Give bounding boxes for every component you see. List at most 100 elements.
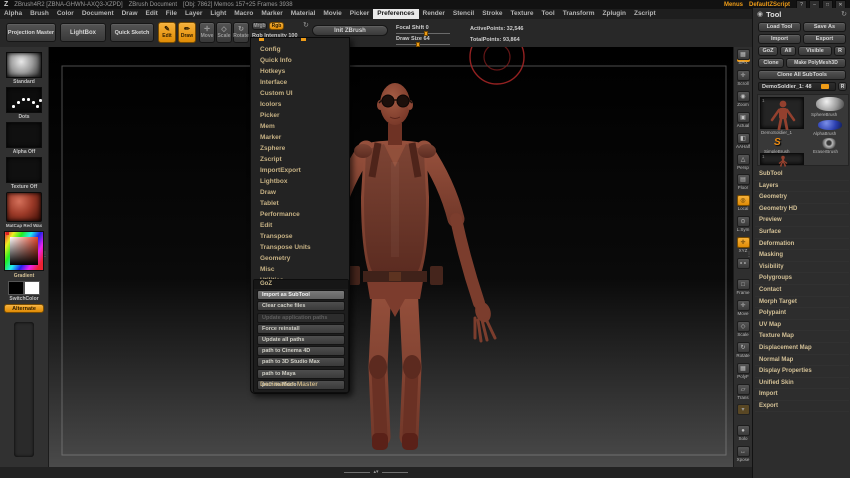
clone-all-subtools-button[interactable]: Clone All SubTools: [758, 70, 846, 80]
menu-item[interactable]: Document: [78, 9, 118, 19]
goz-submenu-item[interactable]: Import as SubTool: [257, 290, 345, 301]
right-shelf-button[interactable]: ▦ SPix: [735, 49, 752, 70]
secondary-color-swatch[interactable]: [24, 281, 40, 295]
goz-r-button[interactable]: R: [834, 46, 846, 56]
tool-section-item[interactable]: Polypaint: [755, 308, 849, 320]
color-picker-square[interactable]: [10, 237, 38, 265]
goz-submenu-item[interactable]: path to Maya: [257, 368, 345, 379]
demosoldier-slider[interactable]: DemoSoldier_1: 48: [758, 82, 836, 91]
left-divider-handle[interactable]: ⋮: [42, 252, 48, 258]
menu-item[interactable]: Tool: [537, 9, 558, 19]
edit-button[interactable]: ✎ Edit: [158, 22, 176, 43]
right-shelf-button[interactable]: ◇ Scale: [735, 320, 752, 342]
tool-section-item[interactable]: Display Properties: [755, 366, 849, 378]
menu-item[interactable]: Draw: [118, 9, 142, 19]
goz-submenu-item[interactable]: Update application paths: [257, 312, 345, 323]
right-shelf-button[interactable]: □ Frame: [735, 278, 752, 300]
material-thumbnail[interactable]: [6, 192, 42, 222]
menu-item[interactable]: Stroke: [478, 9, 506, 19]
preferences-menu-item[interactable]: Interface: [251, 77, 349, 88]
draw-button[interactable]: ✏ Draw: [178, 22, 196, 43]
menu-item[interactable]: Layer: [181, 9, 206, 19]
mrgb-button[interactable]: Mrgb: [252, 22, 267, 30]
stroke-thumbnail[interactable]: [6, 87, 42, 113]
alpha-thumbnail[interactable]: [6, 122, 42, 148]
preferences-menu-item[interactable]: ImportExport: [251, 165, 349, 176]
focal-shift-slider[interactable]: Focal Shift 0: [396, 25, 452, 36]
goz-submenu-item[interactable]: Update all paths: [257, 334, 345, 345]
menu-item[interactable]: Color: [53, 9, 78, 19]
preferences-menu-item[interactable]: Quick Info: [251, 55, 349, 66]
menu-item[interactable]: Light: [206, 9, 230, 19]
right-shelf-button[interactable]: ∘∘: [735, 258, 752, 279]
lightbox-button[interactable]: LightBox: [60, 23, 106, 42]
goz-submenu-header[interactable]: GoZ: [254, 280, 348, 289]
preferences-menu-item[interactable]: Geometry: [251, 253, 349, 264]
preferences-menu-item[interactable]: Hotkeys: [251, 66, 349, 77]
menu-item[interactable]: Edit: [142, 9, 162, 19]
preferences-menu-item[interactable]: Transpose Units: [251, 242, 349, 253]
alpha-brush-thumbnail[interactable]: [818, 120, 842, 130]
right-shelf-button[interactable]: ◉ Zoom: [735, 90, 752, 112]
right-shelf-button[interactable]: △ Persp: [735, 153, 752, 175]
menu-item[interactable]: Brush: [26, 9, 53, 19]
tool-section-item[interactable]: Geometry: [755, 192, 849, 204]
load-tool-button[interactable]: Load Tool: [758, 22, 801, 32]
goz-submenu-item[interactable]: Force reinstall: [257, 323, 345, 334]
preferences-menu-item[interactable]: Zscript: [251, 154, 349, 165]
simple-brush-thumbnail[interactable]: S: [774, 137, 781, 148]
scale-button[interactable]: ◇ Scale: [216, 22, 232, 43]
goz-submenu-item[interactable]: Clear cache files: [257, 301, 345, 312]
rgb-button[interactable]: Rgb: [269, 22, 284, 30]
recent-tool-thumbnail[interactable]: 1: [760, 153, 804, 167]
goz-button[interactable]: GoZ: [758, 46, 778, 56]
clone-button[interactable]: Clone: [758, 58, 784, 68]
decimation-master-item[interactable]: Decimation Master: [251, 379, 358, 390]
export-button[interactable]: Export: [803, 34, 846, 44]
tool-section-item[interactable]: Import: [755, 389, 849, 401]
tool-section-item[interactable]: Surface: [755, 227, 849, 239]
menu-item[interactable]: Texture: [506, 9, 537, 19]
right-shelf-button[interactable]: ✛ Move: [735, 299, 752, 321]
right-shelf-button[interactable]: ▤ Floor: [735, 174, 752, 195]
tool-section-item[interactable]: Displacement Map: [755, 343, 849, 355]
tool-section-item[interactable]: Deformation: [755, 239, 849, 251]
main-color-swatch[interactable]: [8, 281, 24, 295]
preferences-menu-item[interactable]: Transpose: [251, 231, 349, 242]
menu-item[interactable]: Picker: [346, 9, 374, 19]
tool-section-item[interactable]: Polygroups: [755, 273, 849, 285]
goz-visible-button[interactable]: Visible: [798, 46, 832, 56]
import-button[interactable]: Import: [758, 34, 801, 44]
texture-thumbnail[interactable]: [6, 157, 42, 183]
preferences-menu-item[interactable]: Draw: [251, 187, 349, 198]
menu-item[interactable]: Marker: [257, 9, 286, 19]
eraser-brush-thumbnail[interactable]: [821, 138, 837, 149]
goz-submenu-item[interactable]: path to 3D Studio Max: [257, 357, 345, 368]
projection-master-button[interactable]: Projection Master: [6, 23, 56, 42]
preferences-menu-item[interactable]: Tablet: [251, 198, 349, 209]
preferences-menu-item[interactable]: Icolors: [251, 99, 349, 110]
right-shelf-button[interactable]: ● Solo: [735, 425, 752, 446]
goz-all-button[interactable]: All: [780, 46, 796, 56]
default-zscript-button[interactable]: DefaultZScript: [749, 2, 790, 8]
right-shelf-button[interactable]: ▱ Trans: [735, 383, 752, 405]
menus-toggle[interactable]: Menus: [724, 2, 743, 8]
preferences-menu-item[interactable]: Custom UI: [251, 88, 349, 99]
rotate-button[interactable]: ↻ Rotate: [233, 22, 249, 43]
preferences-menu-item[interactable]: Misc: [251, 264, 349, 275]
tool-section-item[interactable]: Preview: [755, 215, 849, 227]
tool-section-item[interactable]: Normal Map: [755, 355, 849, 367]
right-shelf-button[interactable]: ⊙ L.Sym: [735, 216, 752, 237]
right-shelf-button[interactable]: ↻ Rotate: [735, 341, 752, 363]
current-tool-thumbnail[interactable]: 1: [760, 97, 804, 131]
menu-item[interactable]: Macro: [230, 9, 257, 19]
tool-section-item[interactable]: Morph Target: [755, 297, 849, 309]
menu-item[interactable]: Movie: [319, 9, 345, 19]
goz-submenu-item[interactable]: path to Cinema 4D: [257, 346, 345, 357]
alternate-button[interactable]: Alternate: [4, 304, 44, 313]
menu-item[interactable]: Preferences: [373, 9, 419, 19]
right-shelf-button[interactable]: ◧ AAHalf: [735, 132, 752, 154]
current-brush-thumbnail[interactable]: [6, 52, 42, 78]
right-shelf-button[interactable]: ▣ Actual: [735, 111, 752, 133]
tray-toggle-arrows[interactable]: ▴▾: [373, 470, 378, 475]
